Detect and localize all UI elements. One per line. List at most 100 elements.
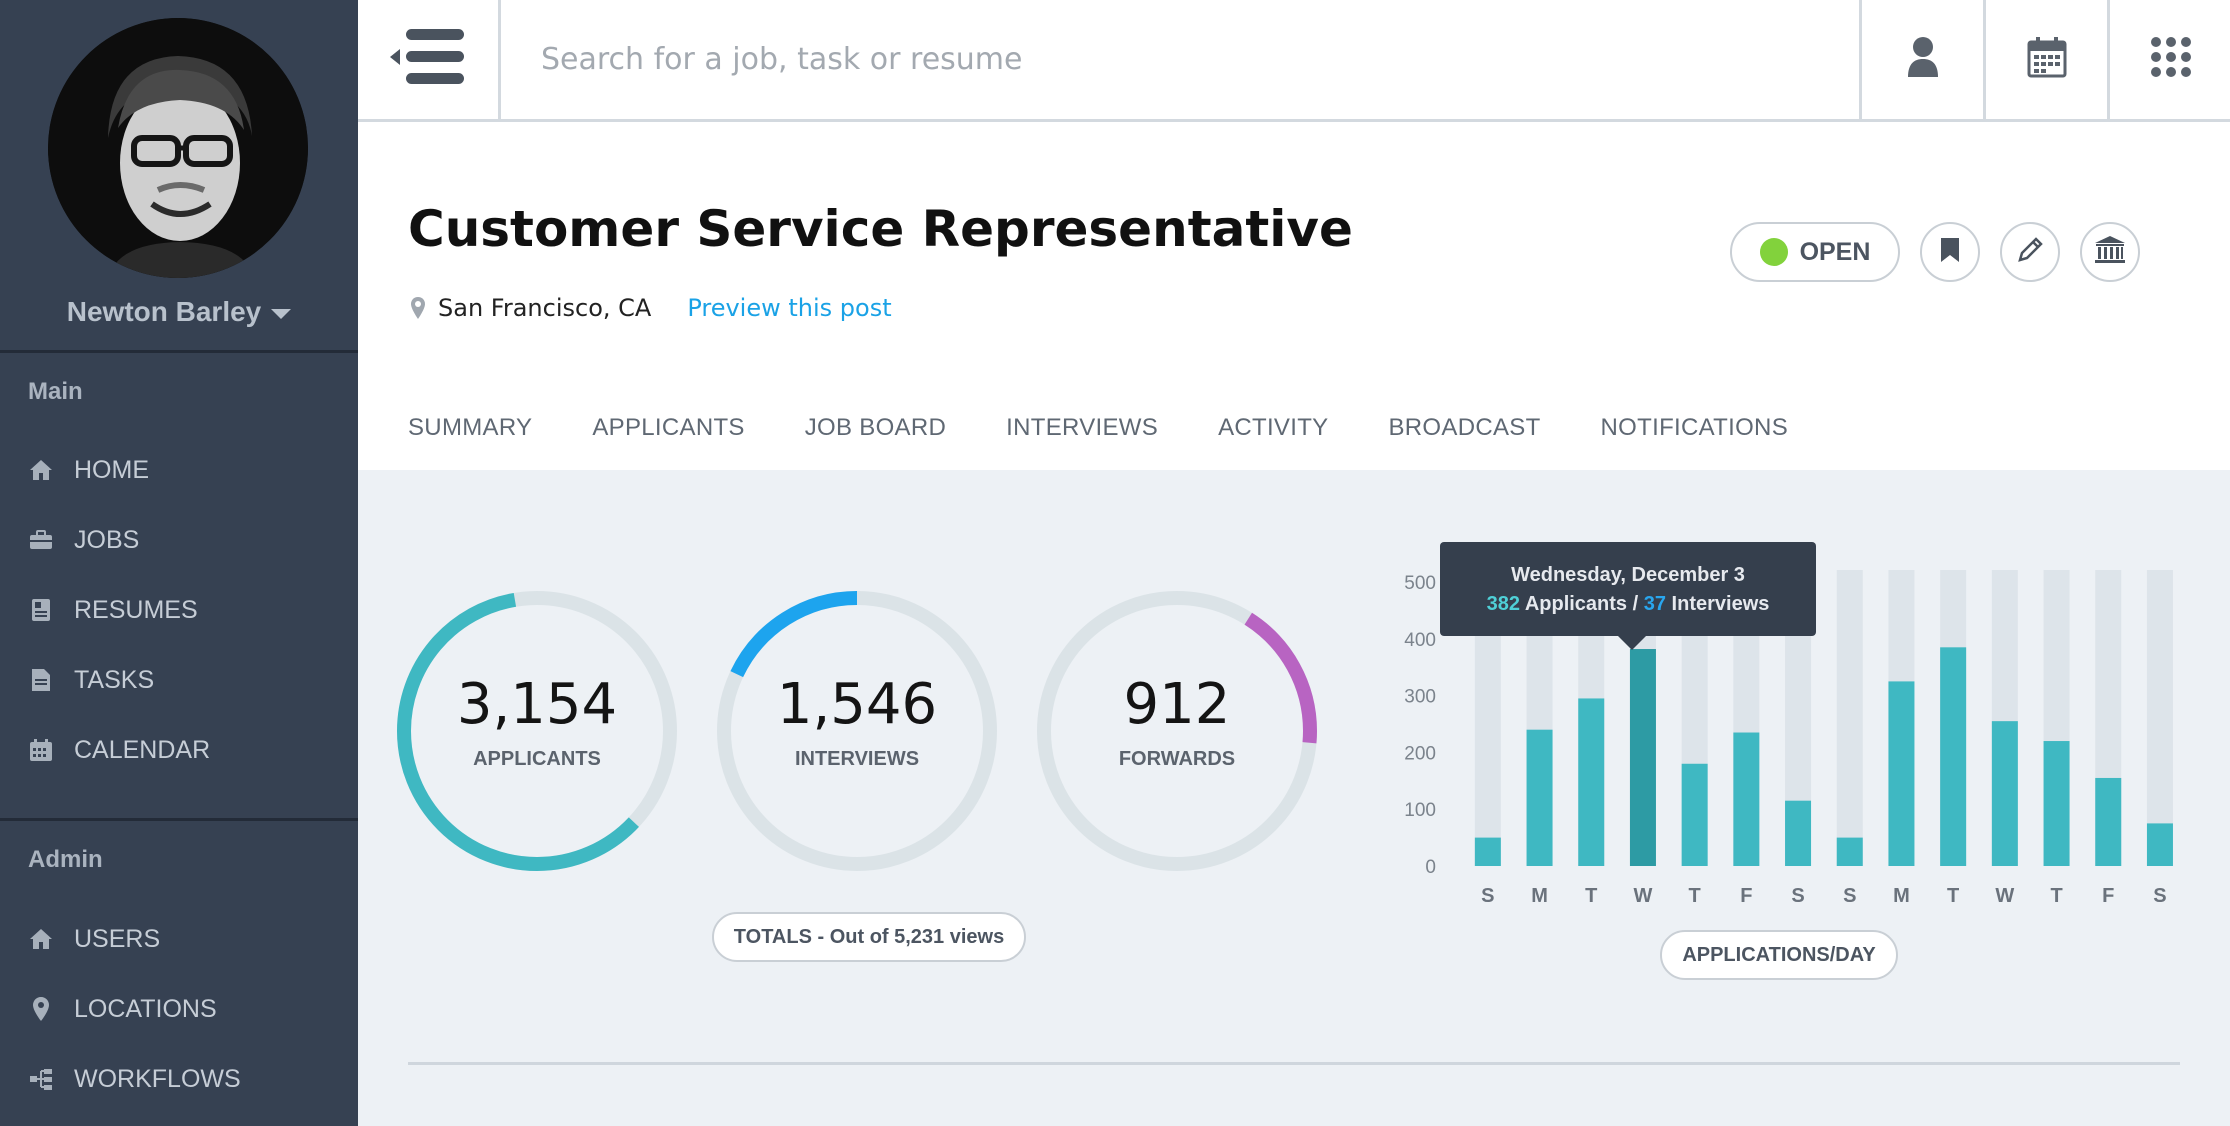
briefcase-icon (28, 530, 54, 550)
sidebar-item-locations[interactable]: LOCATIONS (0, 981, 358, 1037)
user-menu[interactable]: Newton Barley (0, 296, 358, 328)
calendar-button[interactable] (1983, 0, 2107, 119)
user-profile-button[interactable] (1859, 0, 1983, 119)
tooltip-title: Wednesday, December 3 (1511, 564, 1745, 586)
y-tick-label: 0 (1425, 857, 1436, 878)
x-tick-label: T (1689, 885, 1701, 907)
avatar[interactable] (48, 18, 308, 278)
bar[interactable] (1888, 681, 1915, 866)
preview-post-link[interactable]: Preview this post (687, 294, 891, 322)
tab-interviews[interactable]: INTERVIEWS (1006, 414, 1158, 442)
user-icon (1906, 36, 1940, 83)
workflow-icon (28, 1067, 54, 1091)
sidebar-divider (0, 350, 358, 353)
y-tick-label: 400 (1404, 630, 1436, 651)
calendar-icon (2027, 36, 2067, 83)
section-divider (408, 1062, 2180, 1065)
y-tick-label: 300 (1404, 687, 1436, 708)
chart-caption[interactable]: APPLICATIONS/DAY (1660, 930, 1898, 980)
home-icon (28, 459, 54, 481)
bar-track (1836, 570, 1863, 866)
bar[interactable] (1578, 698, 1605, 866)
tooltip-interviews-label: Interviews (1671, 593, 1770, 615)
bar[interactable] (1526, 729, 1553, 866)
x-tick-label: M (1531, 885, 1548, 907)
apps-button[interactable] (2107, 0, 2230, 119)
sidebar-item-calendar[interactable]: CALENDAR (0, 722, 358, 778)
sidebar-item-label: RESUMES (74, 595, 198, 624)
x-tick-label: T (1585, 885, 1597, 907)
tooltip-applicants-value: 382 (1486, 593, 1520, 615)
bar[interactable] (1836, 837, 1863, 866)
status-badge[interactable]: OPEN (1730, 222, 1900, 282)
x-tick-label: M (1893, 885, 1910, 907)
stat-value: 3,154 (456, 672, 618, 737)
bar[interactable] (1733, 732, 1760, 866)
job-location-row: San Francisco, CA Preview this post (410, 294, 892, 322)
sidebar-item-jobs[interactable]: JOBS (0, 512, 358, 568)
document-icon (28, 668, 54, 692)
stat-label: FORWARDS (1118, 748, 1236, 770)
apps-grid-icon (2150, 36, 2192, 83)
sidebar-section-admin: Admin (28, 846, 103, 873)
sidebar-item-label: JOBS (74, 525, 140, 554)
menu-toggle-button[interactable] (358, 0, 501, 119)
stat-label: APPLICANTS (473, 748, 601, 770)
bar[interactable] (1474, 837, 1501, 866)
menu-icon (388, 27, 468, 92)
sidebar-divider (0, 818, 358, 821)
sidebar-item-label: CALENDAR (74, 735, 211, 764)
search-input[interactable] (501, 0, 1859, 119)
status-label: OPEN (1799, 237, 1871, 266)
user-name: Newton Barley (66, 296, 262, 327)
bar[interactable] (1940, 647, 1967, 866)
tab-notifications[interactable]: NOTIFICATIONS (1601, 414, 1788, 442)
y-tick-label: 100 (1404, 800, 1436, 821)
sidebar-item-home[interactable]: HOME (0, 442, 358, 498)
sidebar-item-label: HOME (74, 455, 149, 484)
bar[interactable] (2095, 777, 2122, 866)
x-tick-label: F (1740, 885, 1752, 907)
tooltip-applicants-label: Applicants / (1524, 593, 1639, 615)
bar[interactable] (2043, 741, 2070, 866)
bar[interactable] (1681, 763, 1708, 866)
bar-track (2146, 570, 2173, 866)
sidebar-item-users[interactable]: USERS (0, 911, 358, 967)
bar[interactable] (1629, 649, 1656, 866)
totals-caption[interactable]: TOTALS - Out of 5,231 views (712, 912, 1026, 962)
sidebar-section-main: Main (28, 378, 83, 405)
sidebar-item-label: LOCATIONS (74, 994, 217, 1023)
stat-value: 912 (1123, 672, 1231, 737)
sidebar-item-resumes[interactable]: RESUMES (0, 582, 358, 638)
x-tick-label: T (1947, 885, 1959, 907)
x-tick-label: T (2050, 885, 2062, 907)
bank-icon (2094, 235, 2126, 270)
y-tick-label: 500 (1404, 573, 1436, 594)
bar[interactable] (1991, 721, 2018, 866)
stat-ring-applicants: 3,154 APPLICANTS (394, 588, 680, 874)
chevron-down-icon (271, 308, 292, 319)
edit-icon (2016, 236, 2044, 269)
sidebar-item-workflows[interactable]: WORKFLOWS (0, 1051, 358, 1107)
sidebar-item-tasks[interactable]: TASKS (0, 652, 358, 708)
tab-summary[interactable]: SUMMARY (408, 414, 532, 442)
top-bar (358, 0, 2230, 122)
tab-activity[interactable]: ACTIVITY (1218, 414, 1328, 442)
bookmark-button[interactable] (1920, 222, 1980, 282)
bar[interactable] (2146, 823, 2173, 866)
tab-job-board[interactable]: JOB BOARD (805, 414, 946, 442)
stat-label: INTERVIEWS (794, 748, 920, 770)
job-location: San Francisco, CA (438, 294, 652, 322)
stat-value: 1,546 (776, 672, 938, 737)
tab-applicants[interactable]: APPLICANTS (592, 414, 744, 442)
calendar-icon (28, 738, 54, 762)
bar[interactable] (1785, 800, 1812, 866)
tooltip-interviews-value: 37 (1643, 593, 1666, 615)
map-pin-icon (411, 297, 425, 319)
tab-broadcast[interactable]: BROADCAST (1388, 414, 1540, 442)
bank-button[interactable] (2080, 222, 2140, 282)
map-pin-icon (28, 996, 54, 1022)
x-tick-label: S (1843, 885, 1856, 907)
edit-button[interactable] (2000, 222, 2060, 282)
x-tick-label: S (2153, 885, 2166, 907)
